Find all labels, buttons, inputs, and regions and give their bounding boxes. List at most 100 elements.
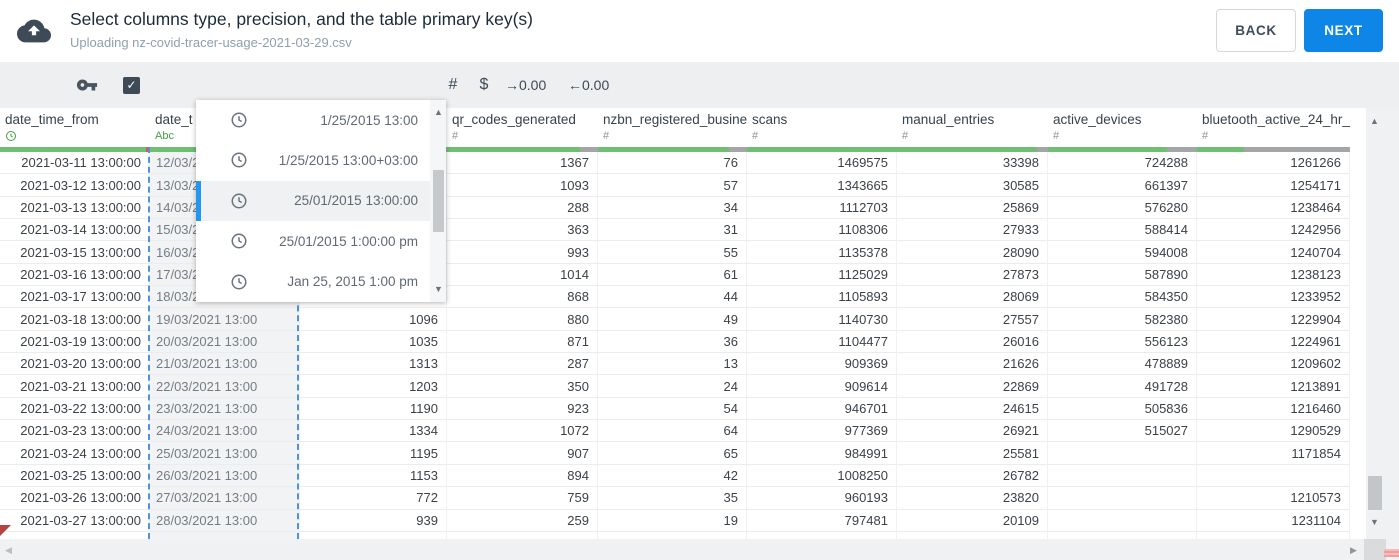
dropdown-scroll-down-arrow[interactable]: ▼ <box>434 284 443 294</box>
cloud-upload-icon <box>17 14 51 48</box>
table-cell: 1014 <box>447 263 598 287</box>
table-cell: 44 <box>598 286 747 309</box>
table-cell: 33398 <box>897 152 1048 175</box>
date-format-option[interactable]: 1/25/2015 13:00+03:00 <box>196 140 430 180</box>
table-cell: 61 <box>598 263 747 287</box>
scroll-left-arrow[interactable]: ◀ <box>5 545 12 556</box>
table-row: 2021-03-25 13:00:00 26/03/2021 13:00 1153 8… <box>0 464 1360 488</box>
table-cell: 661397 <box>1048 174 1197 197</box>
boolean-type-checkbox[interactable]: ✓ <box>123 77 140 94</box>
table-cell: 76 <box>598 152 747 175</box>
column-header-active_devices[interactable]: active_devices # <box>1048 108 1197 147</box>
table-cell: 24 <box>598 375 747 398</box>
table-cell: 259 <box>447 509 598 532</box>
table-row: 2021-03-22 13:00:00 23/03/2021 13:00 1190 9… <box>0 397 1360 421</box>
table-cell: 24615 <box>897 397 1048 421</box>
table-cell: 946701 <box>747 397 897 421</box>
vertical-scroll-thumb[interactable] <box>1368 476 1382 510</box>
date-format-option[interactable]: 25/01/2015 1:00:00 pm <box>196 221 430 261</box>
column-name: nzbn_registered_busine <box>603 112 747 127</box>
primary-key-icon[interactable] <box>72 62 102 108</box>
dropdown-scroll-thumb[interactable] <box>433 170 444 232</box>
table-cell: 25581 <box>897 442 1048 465</box>
column-header-qr_codes_generated[interactable]: qr_codes_generated # <box>447 108 598 147</box>
table-cell: 25869 <box>897 196 1048 220</box>
column-header-bluetooth_active_24_hr_[interactable]: bluetooth_active_24_hr_ # <box>1197 108 1350 147</box>
clock-icon <box>230 232 248 250</box>
table-cell: 2021-03-11 13:00:00 <box>0 152 150 175</box>
dropdown-scrollbar[interactable]: ▲ ▼ <box>430 100 446 302</box>
column-name: scans <box>752 112 788 127</box>
date-format-option[interactable]: 25/01/2015 13:00:00 <box>196 180 430 222</box>
table-row: 2021-03-26 13:00:00 27/03/2021 13:00 772 75… <box>0 487 1360 510</box>
table-cell: 772 <box>300 487 447 510</box>
table-cell: 28/03/2021 13:00 <box>150 509 300 532</box>
table-cell: 25/03/2021 13:00 <box>150 442 300 465</box>
column-header-nzbn_registered_busine[interactable]: nzbn_registered_busine # <box>598 108 747 147</box>
column-header-date_time_from[interactable]: date_time_from <box>0 108 150 147</box>
scrollbar-corner <box>1364 539 1386 560</box>
table-cell: 1140730 <box>747 308 897 331</box>
table-cell: 2021-03-24 13:00:00 <box>0 442 150 465</box>
scroll-up-arrow[interactable]: ▲ <box>1370 116 1379 126</box>
table-cell <box>1048 531 1197 539</box>
table-cell: 993 <box>447 241 598 264</box>
number-type-label: # <box>603 130 610 142</box>
table-cell: 478889 <box>1048 353 1197 376</box>
date-format-dropdown: 1/25/2015 13:00 1/25/2015 13:00+03:00 25/0… <box>196 100 446 302</box>
table-cell: 1242956 <box>1197 219 1350 242</box>
table-cell: 2021-03-25 13:00:00 <box>0 464 150 488</box>
table-row: 2021-03-27 13:00:00 28/03/2021 13:00 939 25… <box>0 509 1360 532</box>
table-cell: 65 <box>598 442 747 465</box>
table-cell: 871 <box>447 330 598 354</box>
table-cell <box>1197 464 1350 488</box>
table-cell: 584350 <box>1048 286 1197 309</box>
table-cell <box>1197 531 1350 539</box>
scroll-down-arrow[interactable]: ▼ <box>1370 517 1379 527</box>
dropdown-scroll-up-arrow[interactable]: ▲ <box>434 107 443 117</box>
scroll-right-arrow[interactable]: ▶ <box>1350 545 1357 556</box>
table-row <box>0 531 1360 539</box>
table-cell: 1254171 <box>1197 174 1350 197</box>
table-cell: 27873 <box>897 263 1048 287</box>
horizontal-scrollbar[interactable]: ◀ ▶ <box>0 539 1399 560</box>
dropdown-items: 1/25/2015 13:00 1/25/2015 13:00+03:00 25/0… <box>196 100 446 302</box>
increase-decimal-button[interactable]: →0.00 <box>505 62 546 108</box>
row-marker-flag <box>0 525 11 536</box>
table-cell <box>300 531 447 539</box>
table-row: 2021-03-23 13:00:00 24/03/2021 13:00 1334 1… <box>0 420 1360 443</box>
table-cell <box>150 531 300 539</box>
table-cell: 26782 <box>897 464 1048 488</box>
table-cell: 939 <box>300 509 447 532</box>
table-cell <box>897 531 1048 539</box>
table-cell: 1135378 <box>747 241 897 264</box>
table-cell: 868 <box>447 286 598 309</box>
table-cell: 1290529 <box>1197 420 1350 443</box>
table-cell: 1108306 <box>747 219 897 242</box>
currency-type-icon[interactable]: $ <box>472 62 496 108</box>
decrease-decimal-button[interactable]: ←0.00 <box>568 62 609 108</box>
selection-dash-left <box>148 147 150 539</box>
column-header-manual_entries[interactable]: manual_entries # <box>897 108 1048 147</box>
horizontal-scroll-thumb[interactable] <box>1384 549 1399 557</box>
table-cell: 26921 <box>897 420 1048 443</box>
clock-icon <box>5 130 150 143</box>
table-cell: 2021-03-20 13:00:00 <box>0 353 150 376</box>
next-button[interactable]: NEXT <box>1304 9 1383 52</box>
table-cell: 594008 <box>1048 241 1197 264</box>
table-cell: 894 <box>447 464 598 488</box>
table-cell: 2021-03-14 13:00:00 <box>0 219 150 242</box>
column-header-scans[interactable]: scans # <box>747 108 897 147</box>
table-cell: 984991 <box>747 442 897 465</box>
table-cell: 582380 <box>1048 308 1197 331</box>
date-format-option[interactable]: 1/25/2015 13:00 <box>196 100 430 140</box>
date-format-option[interactable]: Jan 25, 2015 1:00 pm <box>196 262 430 302</box>
table-cell: 1210573 <box>1197 487 1350 510</box>
table-cell: 1469575 <box>747 152 897 175</box>
vertical-scrollbar[interactable]: ▲ ▼ <box>1366 108 1399 539</box>
table-cell: 27933 <box>897 219 1048 242</box>
table-cell: 1153 <box>300 464 447 488</box>
table-cell: 1125029 <box>747 263 897 287</box>
back-button[interactable]: BACK <box>1216 9 1296 52</box>
table-cell: 1343665 <box>747 174 897 197</box>
